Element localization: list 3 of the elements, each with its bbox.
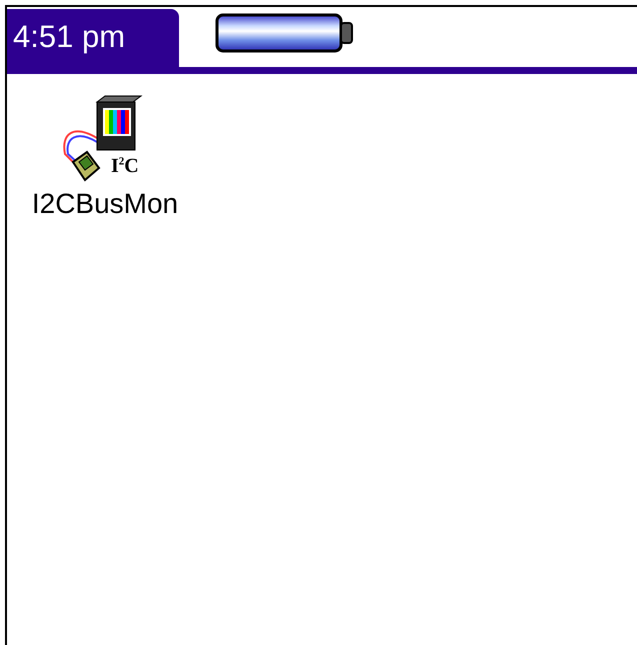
app-name[interactable]: I2CBusMon xyxy=(32,188,178,220)
battery-icon xyxy=(215,13,355,53)
icon-label: I$^{2}$C xyxy=(111,156,139,176)
